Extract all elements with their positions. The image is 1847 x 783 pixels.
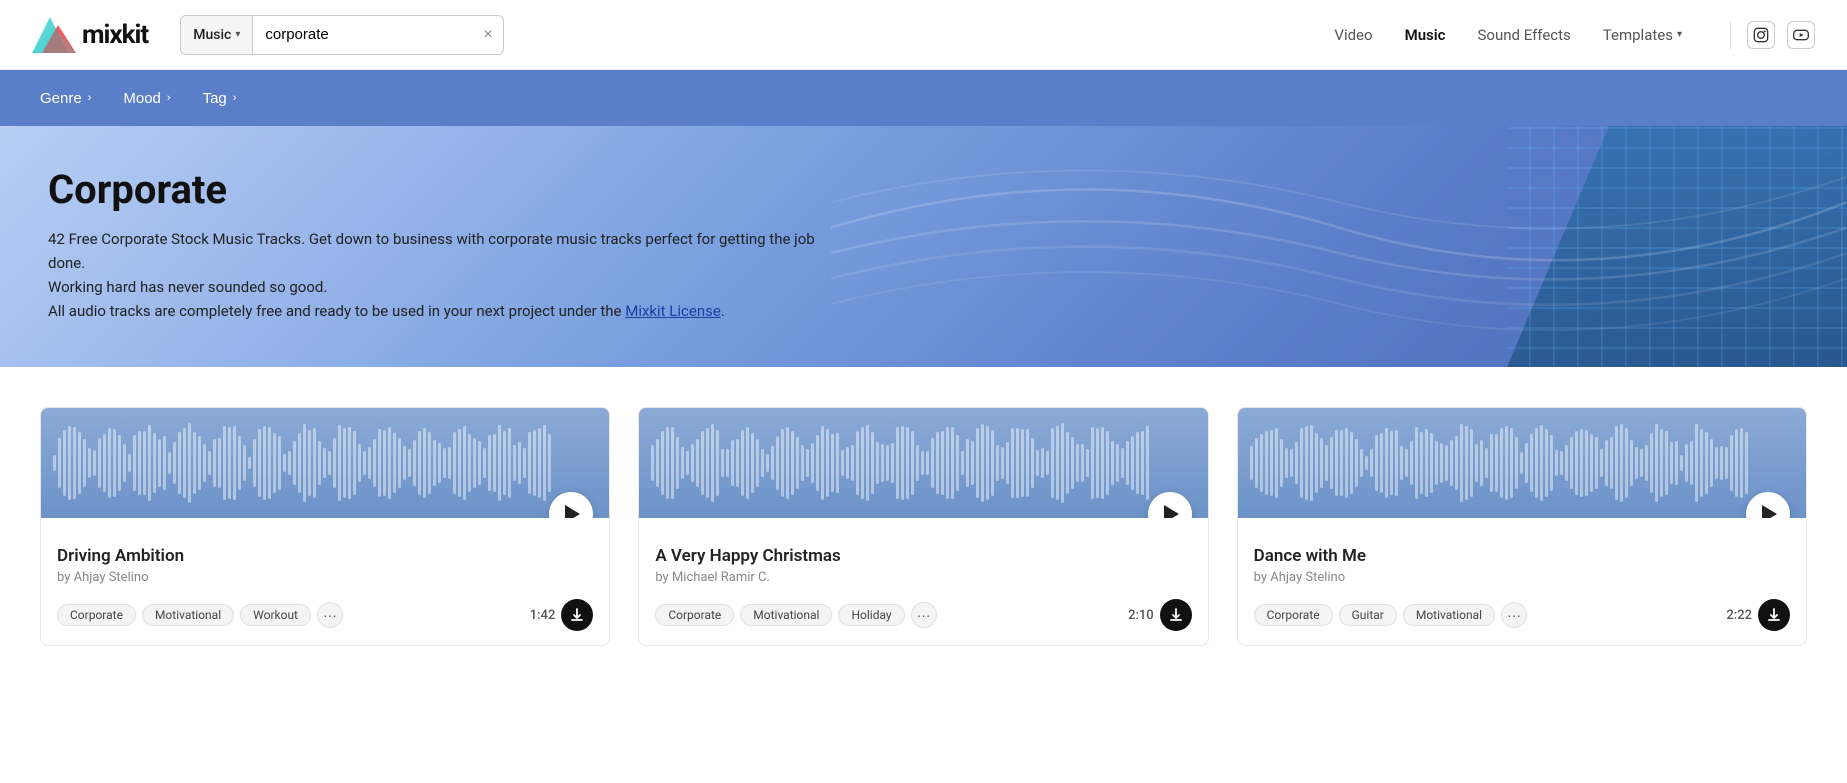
tag-pill[interactable]: Workout	[240, 604, 311, 626]
nav-templates[interactable]: Templates ▾	[1603, 26, 1682, 44]
nav-sound-effects[interactable]: Sound Effects	[1478, 26, 1571, 44]
genre-filter-button[interactable]: Genre ›	[40, 90, 91, 107]
play-icon	[1164, 505, 1179, 518]
tag-pill[interactable]: Motivational	[142, 604, 234, 626]
track-duration: 2:10	[1128, 608, 1154, 623]
play-icon	[565, 505, 580, 518]
tag-pill[interactable]: Guitar	[1339, 604, 1397, 626]
main-nav: Video Music Sound Effects Templates ▾	[1334, 21, 1815, 49]
more-tags-button[interactable]: ···	[317, 602, 343, 628]
mood-label: Mood	[123, 90, 161, 107]
nav-music[interactable]: Music	[1405, 26, 1446, 44]
chevron-down-icon: ▾	[235, 29, 240, 40]
tag-chevron-icon: ›	[233, 92, 237, 104]
track-title: Dance with Me	[1254, 546, 1790, 566]
hero-desc-line2: Working hard has never sounded so good.	[48, 278, 327, 296]
tag-label: Tag	[203, 90, 227, 107]
track-title: A Very Happy Christmas	[655, 546, 1191, 566]
track-card: Dance with Me by Ahjay Stelino Corporate Gu…	[1237, 407, 1807, 646]
tag-pill[interactable]: Motivational	[1403, 604, 1495, 626]
mood-filter-button[interactable]: Mood ›	[123, 90, 170, 107]
genre-chevron-icon: ›	[88, 92, 92, 104]
track-footer: Corporate Motivational Workout ··· 1:42	[57, 599, 593, 631]
track-artist: by Ahjay Stelino	[1254, 570, 1790, 585]
track-footer: Corporate Guitar Motivational ··· 2:22	[1254, 599, 1790, 631]
hero-wave-decoration	[831, 126, 1847, 367]
templates-chevron-icon: ▾	[1677, 29, 1682, 40]
mood-chevron-icon: ›	[167, 92, 171, 104]
tracks-grid: Driving Ambition by Ahjay Stelino Corporat…	[40, 407, 1807, 646]
search-clear-button[interactable]: ×	[473, 27, 502, 43]
track-info: A Very Happy Christmas by Michael Ramir C…	[639, 518, 1207, 645]
logo-icon	[32, 17, 76, 53]
track-card: Driving Ambition by Ahjay Stelino Corporat…	[40, 407, 610, 646]
download-button[interactable]	[561, 599, 593, 631]
tag-pill[interactable]: Corporate	[1254, 604, 1333, 626]
templates-label: Templates	[1603, 26, 1673, 44]
instagram-icon[interactable]	[1747, 21, 1775, 49]
tag-pill[interactable]: Motivational	[740, 604, 832, 626]
waveform-container	[639, 408, 1207, 518]
search-category-dropdown[interactable]: Music ▾	[181, 16, 253, 54]
hero-desc-line3-pre: All audio tracks are completely free and…	[48, 302, 625, 320]
more-tags-button[interactable]: ···	[911, 602, 937, 628]
search-input[interactable]	[253, 26, 473, 43]
search-category-label: Music	[193, 27, 231, 43]
waveform-container	[1238, 408, 1806, 518]
tag-pill[interactable]: Corporate	[57, 604, 136, 626]
genre-label: Genre	[40, 90, 82, 107]
track-artist: by Ahjay Stelino	[57, 570, 593, 585]
logo-text: mixkit	[82, 20, 148, 50]
tracks-section: Driving Ambition by Ahjay Stelino Corporat…	[0, 367, 1847, 670]
hero-desc-line3-post: .	[721, 302, 725, 320]
search-bar: Music ▾ ×	[180, 15, 504, 55]
track-info: Driving Ambition by Ahjay Stelino Corporat…	[41, 518, 609, 645]
track-duration: 2:22	[1726, 608, 1752, 623]
waveform-container	[41, 408, 609, 518]
tag-pill[interactable]: Holiday	[838, 604, 904, 626]
mixkit-license-link[interactable]: Mixkit License	[625, 302, 721, 320]
download-button[interactable]	[1758, 599, 1790, 631]
track-duration: 1:42	[530, 608, 556, 623]
hero-banner: Corporate 42 Free Corporate Stock Music …	[0, 126, 1847, 367]
download-button[interactable]	[1160, 599, 1192, 631]
filter-bar: Genre › Mood › Tag ›	[0, 70, 1847, 126]
hero-desc-line1: 42 Free Corporate Stock Music Tracks. Ge…	[48, 230, 815, 272]
tag-pill[interactable]: Corporate	[655, 604, 734, 626]
hero-title: Corporate	[48, 166, 1799, 213]
track-footer: Corporate Motivational Holiday ··· 2:10	[655, 599, 1191, 631]
header: mixkit Music ▾ × Video Music Sound Effec…	[0, 0, 1847, 70]
social-links	[1730, 21, 1815, 49]
play-icon	[1762, 505, 1777, 518]
tag-filter-button[interactable]: Tag ›	[203, 90, 237, 107]
nav-video[interactable]: Video	[1334, 26, 1372, 44]
logo[interactable]: mixkit	[32, 17, 148, 53]
track-card: A Very Happy Christmas by Michael Ramir C…	[638, 407, 1208, 646]
track-info: Dance with Me by Ahjay Stelino Corporate Gu…	[1238, 518, 1806, 645]
track-title: Driving Ambition	[57, 546, 593, 566]
youtube-icon[interactable]	[1787, 21, 1815, 49]
more-tags-button[interactable]: ···	[1501, 602, 1527, 628]
hero-description: 42 Free Corporate Stock Music Tracks. Ge…	[48, 227, 848, 323]
track-artist: by Michael Ramir C.	[655, 570, 1191, 585]
